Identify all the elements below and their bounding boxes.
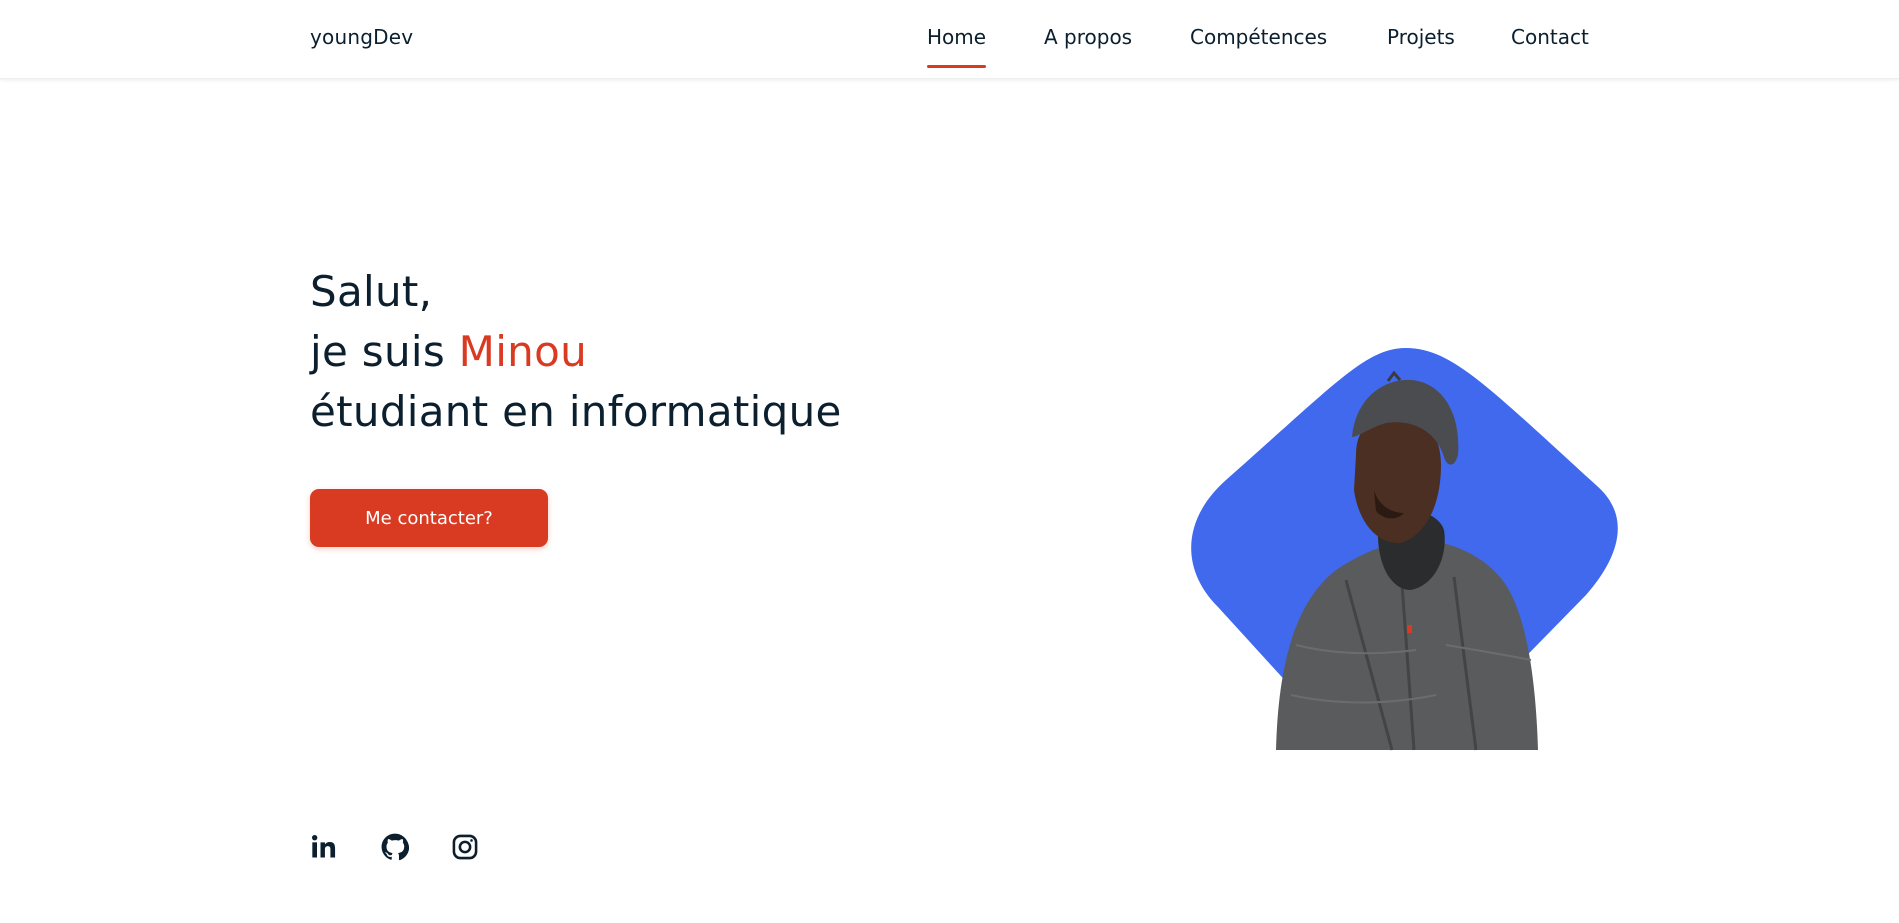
contact-button[interactable]: Me contacter? <box>310 489 548 547</box>
instagram-icon[interactable] <box>451 833 479 861</box>
hero-intro-prefix: je suis <box>310 327 459 376</box>
hero-greeting: Salut, <box>310 267 433 316</box>
nav-contact[interactable]: Contact <box>1511 25 1589 49</box>
nav-home[interactable]: Home <box>927 25 987 68</box>
nav-projects[interactable]: Projets <box>1387 25 1455 49</box>
nav-about[interactable]: A propos <box>1044 25 1132 49</box>
site-header: youngDev Home A propos Compétences Proje… <box>0 0 1899 79</box>
main-nav: Home A propos Compétences Projets Contac… <box>0 25 1899 75</box>
profile-portrait <box>1191 348 1618 751</box>
github-icon[interactable] <box>381 833 409 861</box>
nav-skills[interactable]: Compétences <box>1190 25 1327 49</box>
hero-heading: Salut, je suis Minou étudiant en informa… <box>310 262 842 442</box>
hero-name: Minou <box>458 327 588 376</box>
hero-intro: je suis Minou <box>310 322 842 382</box>
linkedin-icon[interactable] <box>310 833 338 861</box>
hero-role: étudiant en informatique <box>310 387 842 436</box>
